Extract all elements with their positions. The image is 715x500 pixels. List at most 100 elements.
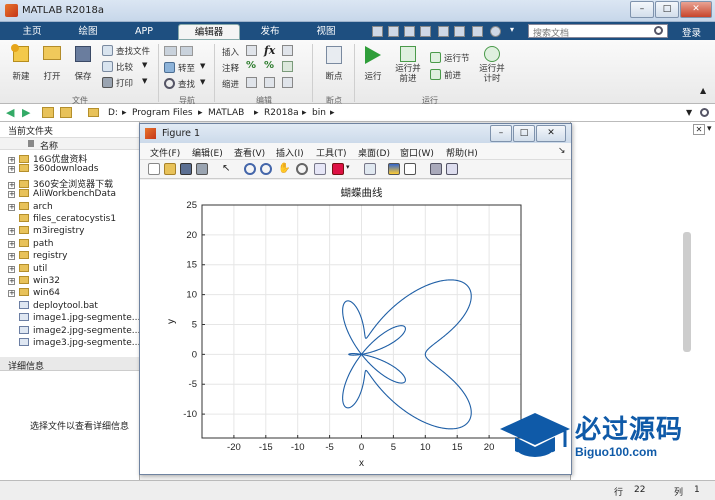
comment-percent-icon[interactable]: % [246, 60, 256, 71]
indent-button[interactable]: 缩进 [222, 78, 239, 90]
paste-icon[interactable] [420, 26, 431, 37]
indent-icon[interactable] [246, 77, 257, 88]
rotate-3d-icon[interactable] [296, 163, 308, 175]
uncomment-icon[interactable]: % [264, 60, 274, 71]
brush-dropdown-icon[interactable]: ▾ [346, 163, 358, 175]
expand-icon[interactable]: + [8, 253, 15, 261]
run-time-button[interactable]: 运行并计时 [476, 44, 508, 94]
folder-row[interactable]: + m3iregistry [8, 226, 85, 238]
expand-icon[interactable]: + [8, 290, 15, 298]
browse-folder-icon[interactable] [60, 107, 72, 118]
expand-icon[interactable]: + [8, 181, 15, 189]
dropdown-icon[interactable]: ▾ [510, 25, 514, 34]
goto-button[interactable]: 转至 ▼ [164, 62, 208, 74]
folder-row[interactable]: + win32 [8, 276, 60, 288]
nav-forward-icon[interactable] [180, 46, 193, 56]
hide-plot-tools-icon[interactable] [430, 163, 442, 175]
save-button[interactable]: 保存 [70, 44, 96, 88]
new-figure-icon[interactable] [148, 163, 160, 175]
tab-plots[interactable]: 绘图 [62, 24, 114, 40]
column-header[interactable]: 名称 [0, 137, 139, 152]
run-button[interactable]: 运行 [358, 44, 388, 88]
breadcrumb-bin[interactable]: bin [312, 108, 326, 118]
collapse-ribbon-icon[interactable]: ▲ [700, 86, 706, 95]
search-docs-input[interactable]: 搜索文档 [528, 24, 668, 39]
wrap-comment-icon[interactable] [282, 61, 293, 72]
figure-close-button[interactable]: ✕ [536, 125, 566, 142]
file-row[interactable]: deploytool.bat [8, 300, 98, 313]
save-figure-icon[interactable] [180, 163, 192, 175]
expand-icon[interactable]: + [8, 203, 15, 211]
minimize-button[interactable]: – [630, 1, 654, 18]
login-link[interactable]: 登录 [682, 25, 701, 39]
insert-button[interactable]: 插入 [222, 46, 239, 58]
decrease-indent-icon[interactable] [282, 77, 293, 88]
menu-help[interactable]: 帮助(H) [446, 146, 478, 159]
vertical-scrollbar[interactable] [683, 232, 691, 352]
run-advance-button[interactable]: 运行并前进 [392, 44, 424, 94]
insert-section-icon[interactable] [246, 45, 257, 56]
folder-row[interactable]: files_ceratocystis1 [8, 214, 116, 226]
folder-row[interactable]: + win64 [8, 288, 60, 300]
breakpoint-button[interactable]: 断点 [318, 44, 350, 88]
menu-desktop[interactable]: 桌面(D) [358, 146, 390, 159]
cell-icon[interactable] [282, 45, 293, 56]
menu-window[interactable]: 窗口(W) [400, 146, 434, 159]
comment-button[interactable]: 注释 [222, 62, 239, 74]
tab-editor[interactable]: 编辑器 [178, 24, 240, 40]
tab-view[interactable]: 视图 [300, 24, 352, 40]
expand-icon[interactable]: + [8, 278, 15, 285]
folder-row[interactable]: + AliWorkbenchData [8, 189, 116, 201]
switch-window-icon[interactable] [472, 26, 483, 37]
run-section-button[interactable]: 运行节 [430, 52, 474, 64]
data-cursor-icon[interactable] [314, 163, 326, 175]
tab-publish[interactable]: 发布 [244, 24, 296, 40]
search-icon[interactable] [654, 26, 663, 35]
breadcrumb-matlab[interactable]: MATLAB [208, 108, 244, 118]
file-row[interactable]: image1.jpg-segmente... [8, 313, 140, 325]
folder-row[interactable]: +16G优盘资料 [8, 152, 87, 165]
search-path-icon[interactable] [700, 108, 709, 117]
folder-row[interactable]: +360安全浏览器下载 [8, 177, 113, 190]
breadcrumb-drive[interactable]: D: [108, 108, 118, 118]
panel-options-icon[interactable]: ▾ [707, 124, 712, 134]
open-file-icon[interactable] [164, 163, 176, 175]
help-icon[interactable] [490, 26, 501, 37]
menu-file[interactable]: 文件(F) [150, 146, 180, 159]
redo-icon[interactable] [454, 26, 465, 37]
insert-legend-icon[interactable] [404, 163, 416, 175]
close-button[interactable]: ✕ [680, 1, 712, 18]
print-figure-icon[interactable] [196, 163, 208, 175]
pan-hand-icon[interactable]: ✋ [278, 163, 290, 175]
panel-close-icon[interactable]: ✕ [693, 124, 705, 135]
folder-row[interactable]: + arch [8, 201, 53, 214]
zoom-out-icon[interactable] [260, 163, 272, 175]
brush-icon[interactable] [332, 163, 344, 175]
save-icon[interactable] [372, 26, 383, 37]
folder-row[interactable]: + path [8, 238, 53, 251]
expand-icon[interactable]: + [8, 228, 15, 236]
find-files-button[interactable]: 查找文件 [102, 45, 154, 57]
file-row[interactable]: image2.jpg-segmente... [8, 325, 140, 338]
folder-row[interactable]: +360downloads [8, 164, 98, 176]
new-button[interactable]: 新建 [8, 44, 34, 88]
nav-back-icon[interactable] [164, 46, 177, 56]
expand-icon[interactable]: + [8, 191, 15, 199]
expand-icon[interactable]: + [8, 240, 15, 248]
menu-tools[interactable]: 工具(T) [316, 146, 347, 159]
menu-insert[interactable]: 插入(I) [276, 146, 304, 159]
breadcrumb-r2018a[interactable]: R2018a [264, 108, 299, 118]
cut-icon[interactable] [388, 26, 399, 37]
back-arrow-icon[interactable]: ◀ [6, 106, 14, 119]
tab-apps[interactable]: APP [118, 24, 170, 40]
breadcrumb-program-files[interactable]: Program Files [132, 108, 193, 118]
undo-icon[interactable] [438, 26, 449, 37]
pointer-icon[interactable]: ↖ [222, 163, 234, 175]
advance-button[interactable]: 前进 [430, 69, 474, 81]
figure-minimize-button[interactable]: – [490, 125, 512, 142]
insert-colorbar-icon[interactable] [388, 163, 400, 175]
find-button[interactable]: 查找 ▼ [164, 78, 208, 90]
expand-icon[interactable]: + [8, 157, 15, 164]
fx-button[interactable]: fx [264, 44, 275, 57]
link-plot-icon[interactable] [364, 163, 376, 175]
